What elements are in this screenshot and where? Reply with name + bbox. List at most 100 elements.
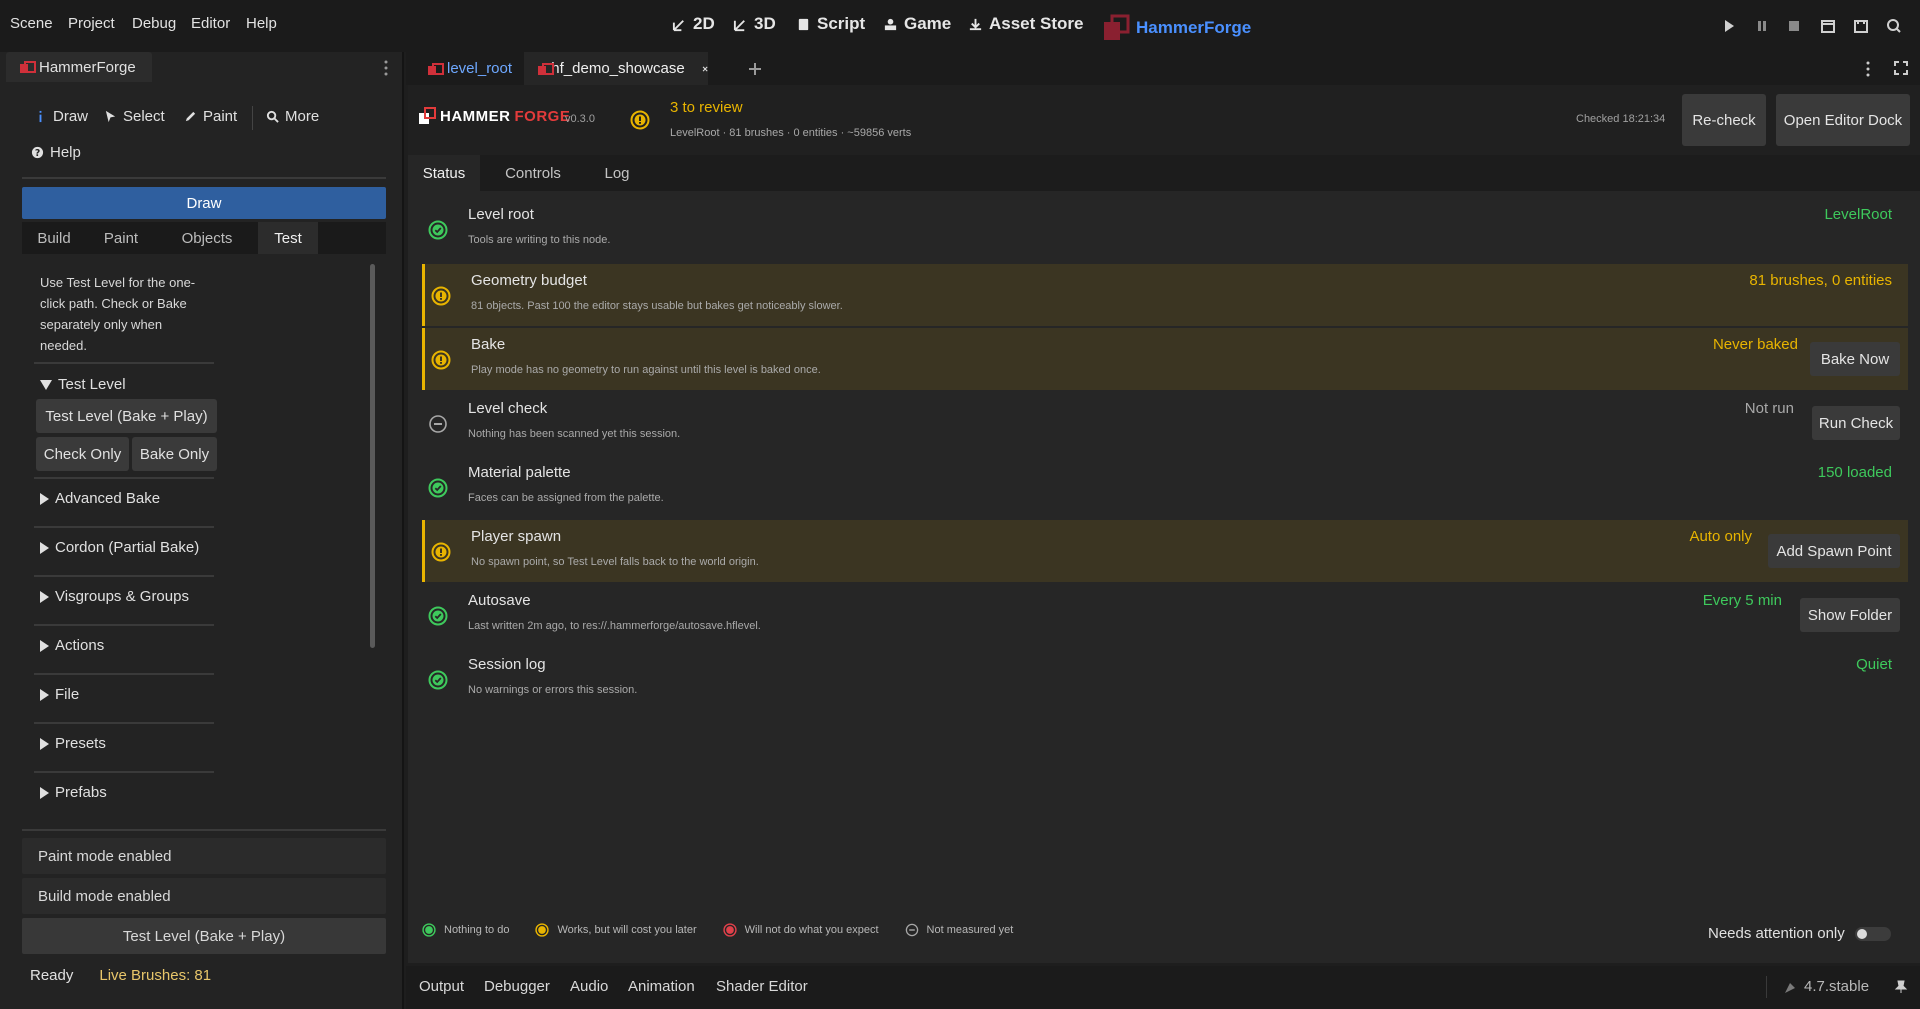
pin-icon[interactable] — [1894, 980, 1908, 994]
pause-icon[interactable] — [1754, 18, 1770, 34]
tool-draw-label: Draw — [53, 108, 89, 125]
tool-help-label: Help — [50, 144, 81, 161]
bottom-tab-animation[interactable]: Animation — [628, 978, 695, 995]
tool-paint-button[interactable]: Paint — [184, 108, 237, 125]
logo-text-hammer: HAMMER — [440, 107, 511, 125]
row-title: Session log — [468, 656, 546, 673]
scene-tab-label: hf_demo_showcase — [551, 60, 685, 77]
recheck-button[interactable]: Re-check — [1682, 94, 1766, 146]
subtab-test[interactable]: Test — [258, 222, 318, 254]
divider — [34, 771, 214, 773]
bottom-tab-output[interactable]: Output — [419, 978, 464, 995]
toolbar-divider — [252, 106, 253, 130]
workspace-game-button[interactable]: Game — [883, 14, 951, 34]
status-tabs: Status Controls Log — [408, 155, 1920, 191]
menu-scene[interactable]: Scene — [10, 15, 53, 32]
workspace-assetstore-label: Asset Store — [989, 14, 1084, 33]
bottom-tab-audio[interactable]: Audio — [570, 978, 608, 995]
section-actions[interactable]: Actions — [40, 637, 104, 654]
subtab-build[interactable]: Build — [22, 222, 86, 254]
brand-button[interactable]: HammerForge — [1102, 14, 1251, 42]
check-only-button[interactable]: Check Only — [36, 437, 129, 471]
row-value: Every 5 min — [1702, 592, 1782, 609]
workspace-assetstore-button[interactable]: Asset Store — [968, 14, 1083, 34]
tab-controls[interactable]: Controls — [482, 155, 584, 191]
mode-draw-bar[interactable]: Draw — [22, 187, 386, 219]
bake-only-button[interactable]: Bake Only — [132, 437, 217, 471]
play-custom-scene-icon[interactable] — [1853, 18, 1869, 34]
bottom-tab-shader-editor[interactable]: Shader Editor — [716, 978, 808, 995]
tool-help-button[interactable]: ? Help — [31, 144, 81, 161]
search-icon — [266, 110, 279, 123]
close-icon[interactable] — [702, 63, 708, 75]
kebab-menu-icon[interactable] — [1866, 61, 1870, 77]
bottom-tab-debugger[interactable]: Debugger — [484, 978, 550, 995]
legend-label: Will not do what you expect — [744, 924, 879, 936]
add-spawn-point-button[interactable]: Add Spawn Point — [1768, 534, 1900, 568]
section-cordon[interactable]: Cordon (Partial Bake) — [40, 539, 199, 556]
section-prefabs[interactable]: Prefabs — [40, 784, 107, 801]
play-icon[interactable] — [1721, 18, 1737, 34]
play-scene-icon[interactable] — [1820, 18, 1836, 34]
section-test-level[interactable]: Test Level — [40, 376, 126, 393]
section-test-level-label: Test Level — [58, 376, 126, 393]
divider — [34, 673, 214, 675]
scene-icon — [20, 61, 36, 73]
section-advanced-bake[interactable]: Advanced Bake — [40, 490, 160, 507]
bottom-panel-bar: Output Debugger Audio Animation Shader E… — [406, 966, 1920, 1009]
section-presets[interactable]: Presets — [40, 735, 106, 752]
legend-none: Not measured yet — [905, 923, 1013, 937]
expand-triangle-icon — [40, 639, 49, 652]
minus-circle-icon — [429, 415, 447, 433]
tool-draw-button[interactable]: Draw — [34, 108, 88, 125]
divider — [34, 722, 214, 724]
menu-editor[interactable]: Editor — [191, 15, 230, 32]
divider — [34, 624, 214, 626]
scene-tab-hf-demo-showcase[interactable]: hf_demo_showcase — [524, 52, 708, 85]
scene-tab-level-root[interactable]: level_root — [428, 52, 512, 85]
add-tab-icon[interactable] — [748, 62, 762, 76]
test-level-button[interactable]: Test Level (Bake + Play) — [36, 399, 217, 433]
tab-log[interactable]: Log — [584, 155, 650, 191]
subtab-paint[interactable]: Paint — [86, 222, 156, 254]
workspace-script-button[interactable]: Script — [796, 14, 865, 34]
tool-select-button[interactable]: Select — [104, 108, 165, 125]
row-value: Quiet — [1856, 656, 1892, 673]
divider — [22, 177, 386, 179]
bake-now-button[interactable]: Bake Now — [1810, 342, 1900, 376]
workspace-2d-button[interactable]: 2D — [672, 14, 715, 34]
section-file[interactable]: File — [40, 686, 79, 703]
row-description: Nothing has been scanned yet this sessio… — [468, 428, 681, 440]
check-icon — [428, 220, 448, 240]
open-editor-dock-button[interactable]: Open Editor Dock — [1776, 94, 1910, 146]
workspace-2d-label: 2D — [693, 14, 715, 33]
tab-status[interactable]: Status — [408, 155, 480, 191]
status-legend: Nothing to do Works, but will cost you l… — [422, 923, 1039, 937]
run-check-button[interactable]: Run Check — [1812, 406, 1900, 440]
row-value: LevelRoot — [1824, 206, 1892, 223]
show-folder-button[interactable]: Show Folder — [1800, 598, 1900, 632]
needs-attention-toggle[interactable] — [1854, 926, 1891, 941]
subtab-objects[interactable]: Objects — [156, 222, 258, 254]
menu-project[interactable]: Project — [68, 15, 115, 32]
kebab-menu-icon[interactable] — [384, 60, 388, 76]
test-level-bottom-button[interactable]: Test Level (Bake + Play) — [22, 918, 386, 954]
legend-error: Will not do what you expect — [722, 923, 879, 937]
menu-help[interactable]: Help — [246, 15, 277, 32]
menu-debug[interactable]: Debug — [132, 15, 176, 32]
section-visgroups[interactable]: Visgroups & Groups — [40, 588, 189, 605]
row-value: 150 loaded — [1817, 464, 1892, 481]
update-spinner-icon[interactable] — [1782, 980, 1798, 996]
panel-scrollbar[interactable] — [370, 264, 375, 648]
expand-triangle-icon — [40, 786, 49, 799]
warning-icon — [431, 542, 451, 562]
stop-icon[interactable] — [1786, 18, 1802, 34]
check-icon — [428, 478, 448, 498]
last-checked-time: Checked 18:21:34 — [1576, 113, 1666, 125]
movie-maker-icon[interactable] — [1886, 18, 1902, 34]
workspace-3d-button[interactable]: 3D — [733, 14, 776, 34]
fullscreen-icon[interactable] — [1894, 61, 1908, 75]
check-icon — [428, 606, 448, 626]
tool-more-button[interactable]: More — [266, 108, 319, 125]
dock-tab-hammerforge[interactable]: HammerForge — [6, 52, 152, 82]
